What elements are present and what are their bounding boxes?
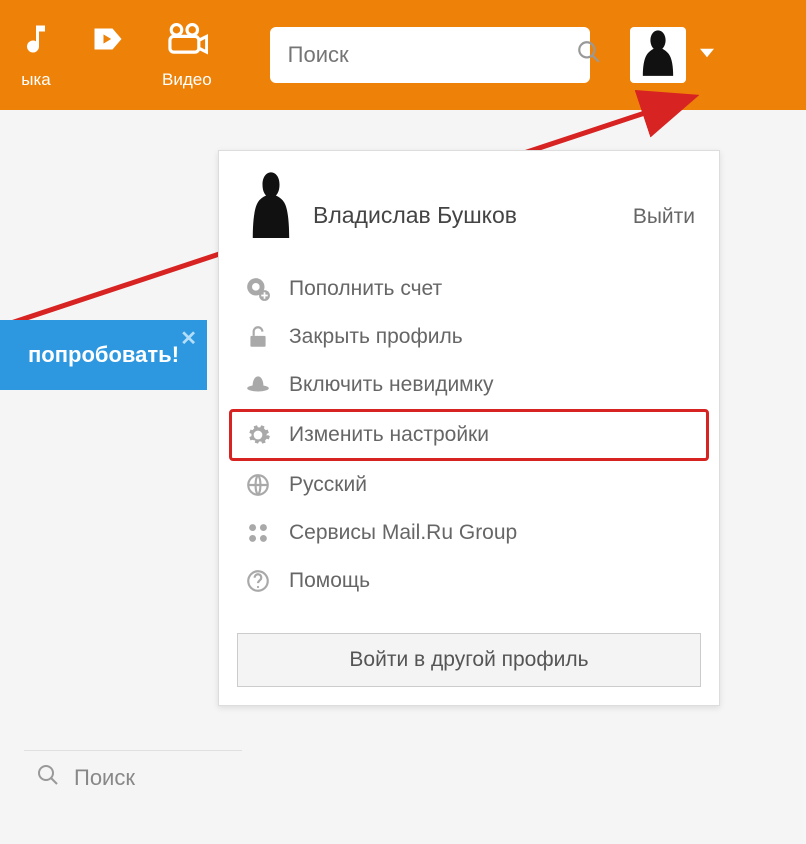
header-avatar[interactable] xyxy=(630,27,686,83)
video-camera-icon xyxy=(166,21,208,62)
menu-item-services[interactable]: Сервисы Mail.Ru Group xyxy=(229,509,709,557)
avatar-silhouette-icon xyxy=(246,170,296,243)
top-header: ыка Видео xyxy=(0,0,806,110)
menu-item-topup[interactable]: Пополнить счет xyxy=(229,265,709,313)
lock-open-icon xyxy=(243,322,273,352)
menu-item-label: Сервисы Mail.Ru Group xyxy=(289,521,517,545)
coin-plus-icon xyxy=(243,274,273,304)
logout-link[interactable]: Выйти xyxy=(633,205,695,229)
search-icon[interactable] xyxy=(576,39,602,71)
dropdown-header: Владислав Бушков Выйти xyxy=(219,151,719,251)
bottom-search[interactable]: Поиск xyxy=(24,750,242,805)
nav-music-label: ыка xyxy=(21,70,50,90)
menu-item-close-profile[interactable]: Закрыть профиль xyxy=(229,313,709,361)
menu-item-label: Русский xyxy=(289,473,367,497)
menu-item-label: Включить невидимку xyxy=(289,373,494,397)
avatar-silhouette-icon xyxy=(636,26,680,83)
play-tag-icon xyxy=(90,21,126,62)
avatar-caret[interactable] xyxy=(700,46,714,65)
apps-grid-icon xyxy=(243,518,273,548)
dropdown-avatar[interactable] xyxy=(243,171,299,243)
menu-item-label: Закрыть профиль xyxy=(289,325,463,349)
menu-item-label: Помощь xyxy=(289,569,370,593)
login-other-profile-button[interactable]: Войти в другой профиль xyxy=(237,633,701,687)
nav-music[interactable]: ыка xyxy=(0,21,72,90)
menu-item-language[interactable]: Русский xyxy=(229,461,709,509)
search-input[interactable] xyxy=(288,42,576,68)
menu-item-label: Пополнить счет xyxy=(289,277,442,301)
menu-item-invisible[interactable]: Включить невидимку xyxy=(229,361,709,409)
banner-text: попробовать! xyxy=(28,342,179,368)
help-icon xyxy=(243,566,273,596)
menu-item-help[interactable]: Помощь xyxy=(229,557,709,605)
nav-video-label: Видео xyxy=(162,70,212,90)
music-icon xyxy=(18,21,54,62)
nav-play[interactable] xyxy=(72,21,144,90)
profile-dropdown: Владислав Бушков Выйти Пополнить счет За… xyxy=(218,150,720,706)
globe-icon xyxy=(243,470,273,500)
dropdown-list: Пополнить счет Закрыть профиль Включить … xyxy=(219,251,719,611)
menu-item-label: Изменить настройки xyxy=(289,423,489,447)
header-search[interactable] xyxy=(270,27,590,83)
gear-icon xyxy=(243,420,273,450)
hat-icon xyxy=(243,370,273,400)
nav-video[interactable]: Видео xyxy=(144,21,230,90)
menu-item-settings[interactable]: Изменить настройки xyxy=(229,409,709,461)
try-banner[interactable]: попробовать! ✕ xyxy=(0,320,207,390)
caret-down-icon xyxy=(700,46,714,65)
dropdown-user-name[interactable]: Владислав Бушков xyxy=(313,202,633,229)
bottom-search-label: Поиск xyxy=(74,765,135,791)
banner-close-icon[interactable]: ✕ xyxy=(180,326,197,351)
search-icon xyxy=(36,763,74,793)
